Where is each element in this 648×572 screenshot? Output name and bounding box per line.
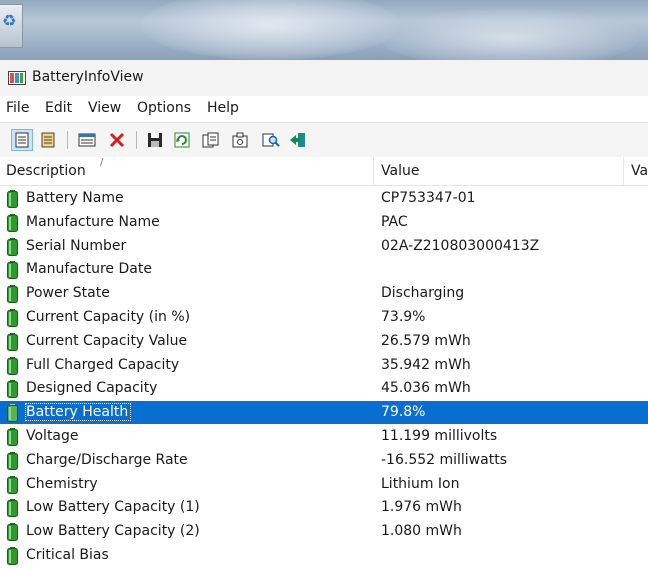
list-header: Description / Value Val [0, 157, 648, 186]
table-row[interactable]: Battery Health 79.8% [0, 401, 648, 425]
table-row[interactable]: Power State Discharging [0, 282, 648, 305]
row-value: 35.942 mWh [381, 356, 471, 373]
table-row[interactable]: Serial Number 02A-Z210803000413Z [0, 235, 648, 258]
details-view-icon[interactable] [11, 129, 33, 151]
battery-icon [7, 428, 18, 446]
menu-edit[interactable]: Edit [45, 100, 72, 116]
table-row[interactable]: Designed Capacity 45.036 mWh [0, 377, 648, 400]
row-description: Full Charged Capacity [26, 356, 180, 373]
battery-icon [7, 309, 18, 327]
column-header-value[interactable]: Value [381, 157, 419, 185]
column-divider[interactable] [623, 157, 624, 185]
toolbar [0, 122, 648, 158]
row-value: 73.9% [381, 309, 426, 325]
menu-options[interactable]: Options [137, 100, 191, 116]
battery-icon [7, 261, 18, 280]
battery-icon [7, 213, 18, 232]
refresh-icon[interactable] [171, 129, 193, 151]
row-value: 1.976 mWh [381, 499, 462, 516]
row-description: Low Battery Capacity (1) [26, 499, 200, 516]
cloud-shape [140, 0, 400, 60]
delete-icon[interactable] [106, 129, 128, 151]
row-description: Voltage [26, 428, 79, 444]
row-description: Chemistry [26, 475, 98, 492]
battery-icon [7, 547, 18, 565]
column-header-description[interactable]: Description [6, 157, 86, 185]
row-description: Manufacture Name [26, 213, 160, 230]
row-value: Lithium Ion [381, 475, 460, 492]
row-description: Critical Bias [26, 547, 109, 563]
table-row[interactable]: Chemistry Lithium Ion [0, 473, 648, 496]
row-value: 79.8% [381, 404, 426, 421]
table-row[interactable]: Voltage 11.199 millivolts [0, 425, 648, 448]
row-description: Designed Capacity [26, 380, 158, 397]
cloud-shape [380, 8, 640, 60]
html-report-icon[interactable] [76, 129, 98, 151]
sort-indicator: / [100, 157, 104, 168]
row-value: 45.036 mWh [381, 380, 471, 397]
window-title: BatteryInfoView [32, 69, 144, 85]
table-row[interactable]: Low Battery Capacity (1) 1.976 mWh [0, 496, 648, 519]
table-row[interactable]: Battery Name CP753347-01 [0, 187, 648, 210]
row-description: Serial Number [26, 237, 127, 254]
battery-icon [7, 523, 18, 542]
app-window: BatteryInfoView File Edit View Options H… [0, 60, 648, 572]
battery-info-list: Description / Value Val Battery Name CP75… [0, 157, 648, 572]
table-row[interactable]: Full Charged Capacity 35.942 mWh [0, 354, 648, 377]
copy-icon[interactable] [200, 129, 222, 151]
row-value: -16.552 milliwatts [381, 451, 507, 468]
row-description: Battery Health [24, 403, 132, 422]
battery-icon [7, 237, 18, 256]
recycle-bin-icon[interactable]: ♻ [0, 4, 23, 48]
battery-icon [7, 356, 18, 375]
save-icon[interactable] [144, 129, 166, 151]
table-row[interactable]: Manufacture Name PAC [0, 211, 648, 234]
row-description: Power State [26, 285, 110, 302]
row-description: Charge/Discharge Rate [26, 451, 188, 468]
title-bar[interactable]: BatteryInfoView [0, 60, 648, 96]
battery-icon [7, 451, 18, 470]
battery-icon [7, 475, 18, 494]
row-description: Current Capacity (in %) [26, 309, 191, 325]
menu-view[interactable]: View [88, 100, 121, 116]
properties-icon[interactable] [229, 129, 251, 151]
battery-icon [7, 190, 18, 208]
battery-icon [7, 404, 18, 423]
menu-help[interactable]: Help [207, 100, 239, 116]
column-divider[interactable] [373, 157, 374, 185]
row-value: Discharging [381, 285, 465, 302]
table-row[interactable]: Low Battery Capacity (2) 1.080 mWh [0, 520, 648, 543]
menu-bar: File Edit View Options Help [0, 96, 648, 122]
row-value: PAC [381, 213, 408, 230]
desktop-background: ♻ [0, 0, 648, 60]
table-row[interactable]: Manufacture Date [0, 258, 648, 281]
find-icon[interactable] [260, 129, 282, 151]
battery-icon [7, 285, 18, 304]
row-value: 26.579 mWh [381, 332, 471, 349]
column-header-value2[interactable]: Val [631, 157, 648, 185]
table-row[interactable]: Current Capacity (in %) 73.9% [0, 306, 648, 329]
row-value: 11.199 millivolts [381, 428, 498, 444]
row-description: Battery Name [26, 190, 124, 206]
exit-icon[interactable] [287, 129, 309, 151]
row-description: Current Capacity Value [26, 332, 188, 349]
toolbar-separator [67, 131, 68, 149]
app-battery-icon [8, 71, 26, 85]
row-description: Low Battery Capacity (2) [26, 523, 200, 540]
row-value: 1.080 mWh [381, 523, 462, 540]
toolbar-separator [136, 131, 137, 149]
row-description: Manufacture Date [26, 261, 152, 278]
table-row[interactable]: Current Capacity Value 26.579 mWh [0, 330, 648, 353]
row-value: CP753347-01 [381, 190, 476, 206]
list-view-icon[interactable] [37, 129, 59, 151]
battery-icon [7, 380, 18, 399]
menu-file[interactable]: File [6, 100, 29, 116]
table-row[interactable]: Charge/Discharge Rate -16.552 milliwatts [0, 449, 648, 472]
battery-icon [7, 332, 18, 351]
battery-icon [7, 499, 18, 518]
row-value: 02A-Z210803000413Z [381, 237, 540, 254]
table-row[interactable]: Critical Bias [0, 544, 648, 567]
